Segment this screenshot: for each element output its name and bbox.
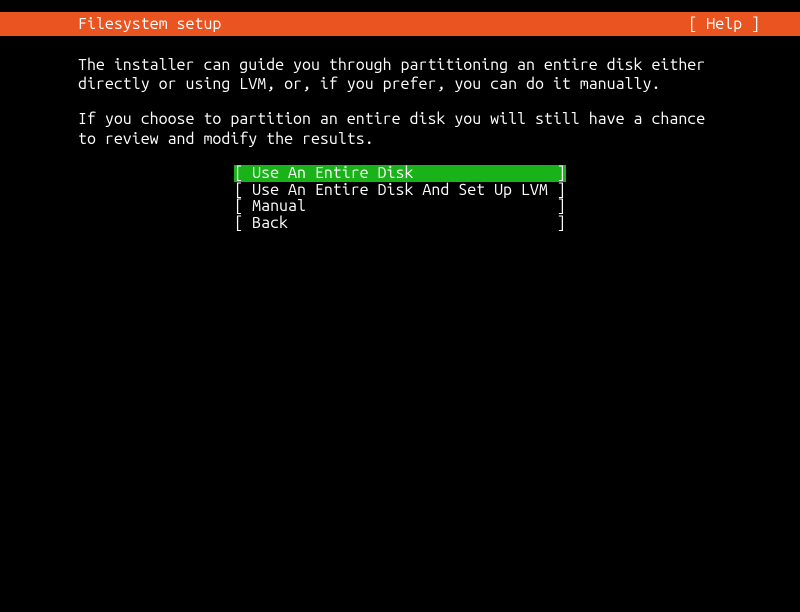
menu-label: Use An Entire Disk And Set Up LVM [252,181,548,199]
description-para-2: If you choose to partition an entire dis… [78,110,722,148]
menu-item-use-entire-disk[interactable]: [ Use An Entire Disk ] [234,165,566,182]
bracket-left: [ [234,181,252,199]
header-bar: Filesystem setup [ Help ] [0,12,800,36]
menu-container: [ Use An Entire Disk ] [ Use An Entire D… [78,165,722,232]
bracket-right: ] [548,214,566,232]
menu-item-back[interactable]: [ Back ] [234,215,566,232]
menu-label: Manual [252,197,548,215]
menu-label: Back [252,214,548,232]
page-title: Filesystem setup [0,15,221,33]
menu-item-manual[interactable]: [ Manual ] [234,198,566,215]
menu-label: Use An Entire Disk [252,164,548,182]
description-para-1: The installer can guide you through part… [78,56,722,94]
help-button[interactable]: [ Help ] [688,15,800,33]
bracket-left: [ [234,164,252,182]
bracket-left: [ [234,214,252,232]
bracket-left: [ [234,197,252,215]
bracket-right: ] [548,181,566,199]
bracket-right: ] [548,197,566,215]
menu-wrapper: [ Use An Entire Disk ] [ Use An Entire D… [234,165,566,232]
bracket-right: ] [548,164,566,182]
content-area: The installer can guide you through part… [0,36,800,232]
menu-item-use-entire-disk-lvm[interactable]: [ Use An Entire Disk And Set Up LVM ] [234,182,566,199]
